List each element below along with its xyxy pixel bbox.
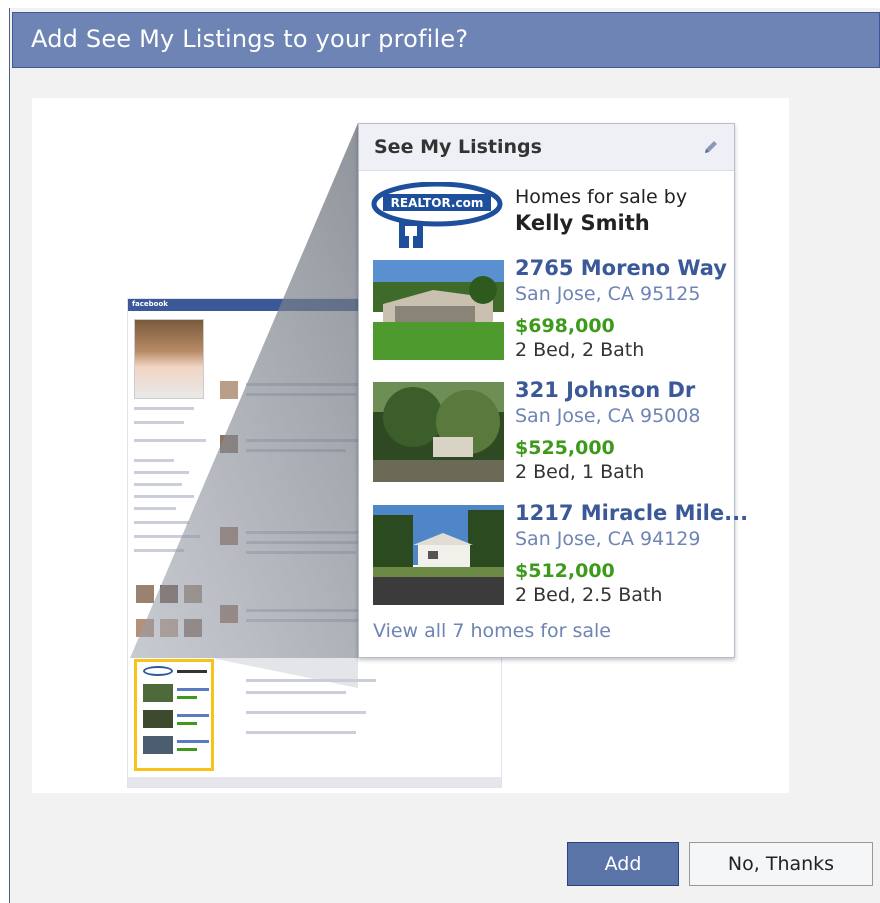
- mini-text-line: [246, 541, 376, 544]
- mini-text-line: [246, 439, 366, 442]
- listing-price: $512,000: [515, 560, 615, 582]
- mini-text-line: [134, 471, 189, 474]
- listings-widget-title: See My Listings: [374, 136, 542, 158]
- listing-item[interactable]: 1217 Miracle Mile... San Jose, CA 94129 …: [373, 501, 748, 606]
- homes-for-sale-label: Homes for sale by: [515, 186, 688, 208]
- listing-address[interactable]: 1217 Miracle Mile...: [515, 501, 748, 525]
- dialog-title: Add See My Listings to your profile?: [31, 25, 469, 53]
- mini-friend-thumb: [184, 619, 202, 637]
- listing-city: San Jose, CA 94129: [515, 528, 701, 550]
- agent-name: Kelly Smith: [515, 211, 650, 235]
- mini-text-line: [134, 439, 206, 442]
- mini-text-line: [134, 521, 189, 524]
- mini-text-line: [246, 551, 356, 554]
- mini-text-line: [134, 407, 194, 410]
- listing-price: $525,000: [515, 437, 615, 459]
- mini-text-line: [246, 711, 366, 714]
- mini-friend-thumb: [136, 585, 154, 603]
- listing-beds: 2 Bed, 1 Bath: [515, 461, 645, 483]
- mini-text-line: [246, 619, 376, 622]
- preview-image: facebook See My Listings REALTOR.com Hom…: [32, 98, 789, 793]
- mini-post-avatar: [220, 435, 238, 453]
- mini-text-line: [246, 383, 366, 386]
- mini-post-avatar: [220, 527, 238, 545]
- mini-text-line: [134, 421, 184, 424]
- pencil-icon[interactable]: [702, 138, 720, 156]
- listing-photo[interactable]: [373, 505, 504, 605]
- listing-item[interactable]: 2765 Moreno Way San Jose, CA 95125 $698,…: [373, 256, 733, 361]
- mini-text-line: [246, 731, 356, 734]
- view-all-link[interactable]: View all 7 homes for sale: [373, 620, 611, 642]
- mini-friend-thumb: [160, 619, 178, 637]
- realtor-logo-text: REALTOR.com: [391, 196, 484, 210]
- mini-text-line: [134, 507, 176, 510]
- listing-city: San Jose, CA 95125: [515, 283, 701, 305]
- mini-profile-photo: [134, 319, 204, 399]
- listing-beds: 2 Bed, 2 Bath: [515, 339, 645, 361]
- mini-text-line: [246, 449, 346, 452]
- mini-friend-thumb: [160, 585, 178, 603]
- mini-text-line: [246, 531, 376, 534]
- listing-item[interactable]: 321 Johnson Dr San Jose, CA 95008 $525,0…: [373, 378, 733, 483]
- no-thanks-button[interactable]: No, Thanks: [689, 842, 873, 886]
- listing-photo[interactable]: [373, 260, 504, 360]
- mini-text-line: [134, 495, 194, 498]
- mini-text-line: [134, 459, 174, 462]
- dialog-title-bar: Add See My Listings to your profile?: [12, 12, 880, 68]
- add-button[interactable]: Add: [567, 842, 679, 886]
- mini-text-line: [246, 691, 346, 694]
- mini-friend-thumb: [136, 619, 154, 637]
- mini-text-line: [246, 609, 376, 612]
- listing-city: San Jose, CA 95008: [515, 405, 701, 427]
- mini-nav-logo: facebook: [132, 300, 168, 308]
- mini-post-avatar: [220, 605, 238, 623]
- mini-listings-widget-highlight: [134, 659, 214, 771]
- listing-photo[interactable]: [373, 382, 504, 482]
- listings-widget: See My Listings REALTOR.com Homes for sa…: [358, 123, 748, 658]
- realtor-logo: REALTOR.com: [371, 182, 503, 248]
- mini-text-line: [134, 549, 184, 552]
- listings-widget-header: See My Listings: [359, 124, 734, 171]
- mini-text-line: [134, 483, 182, 486]
- listing-price: $698,000: [515, 315, 615, 337]
- mini-text-line: [246, 393, 356, 396]
- homes-for-sale-heading: Homes for sale by Kelly Smith: [515, 184, 687, 236]
- listing-address[interactable]: 321 Johnson Dr: [515, 378, 695, 402]
- listing-beds: 2 Bed, 2.5 Bath: [515, 584, 663, 606]
- listing-address[interactable]: 2765 Moreno Way: [515, 256, 727, 280]
- mini-text-line: [246, 679, 376, 682]
- mini-friend-thumb: [184, 585, 202, 603]
- mini-chat-bar: [128, 777, 501, 787]
- mini-post-avatar: [220, 381, 238, 399]
- mini-text-line: [134, 535, 200, 538]
